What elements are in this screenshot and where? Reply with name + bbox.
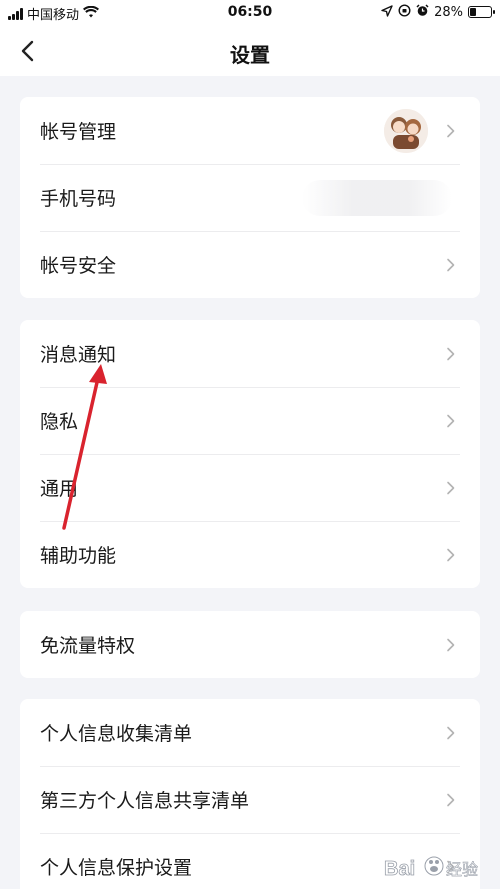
page-title: 设置 (230, 43, 270, 67)
chevron-right-icon (447, 347, 455, 360)
settings-item-accessibility[interactable]: 辅助功能 (20, 521, 480, 588)
status-bar: 中国移动 06:50 28% (0, 0, 500, 26)
settings-item-label: 免流量特权 (40, 635, 136, 657)
settings-item-label: 辅助功能 (40, 545, 117, 567)
chevron-right-icon (447, 793, 455, 806)
phone-number-blurred (302, 180, 452, 216)
battery-icon (468, 6, 495, 18)
baidu-jingyan-watermark: Bai 经验 (380, 849, 490, 885)
alarm-icon (416, 4, 429, 20)
chevron-right-icon (447, 124, 455, 137)
settings-item-label: 隐私 (40, 411, 79, 433)
settings-item-privacy[interactable]: 隐私 (20, 387, 480, 454)
settings-item-notifications[interactable]: 消息通知 (20, 320, 480, 387)
settings-group-general: 消息通知 隐私 通用 辅助功能 (20, 320, 480, 588)
orientation-lock-icon (398, 4, 411, 20)
svg-text:Bai: Bai (384, 858, 415, 880)
settings-item-label: 个人信息保护设置 (40, 857, 193, 879)
chevron-right-icon (447, 481, 455, 494)
settings-group-data: 免流量特权 (20, 611, 480, 678)
settings-item-account-management[interactable]: 帐号管理 (20, 97, 480, 164)
status-right: 28% (381, 4, 495, 20)
avatar (384, 108, 428, 153)
chevron-right-icon (447, 638, 455, 651)
settings-item-label: 消息通知 (40, 344, 117, 366)
settings-item-info-collection-list[interactable]: 个人信息收集清单 (20, 699, 480, 766)
settings-item-account-security[interactable]: 帐号安全 (20, 231, 480, 298)
location-icon (381, 4, 393, 20)
settings-item-free-data[interactable]: 免流量特权 (20, 611, 480, 678)
settings-item-label: 帐号管理 (40, 121, 117, 143)
chevron-right-icon (447, 258, 455, 271)
chevron-right-icon (447, 726, 455, 739)
settings-item-general[interactable]: 通用 (20, 454, 480, 521)
settings-item-label: 手机号码 (40, 188, 117, 210)
settings-item-phone-number[interactable]: 手机号码 (20, 164, 480, 231)
navigation-bar: 设置 (0, 26, 500, 76)
settings-item-label: 个人信息收集清单 (40, 723, 193, 745)
settings-item-label: 第三方个人信息共享清单 (40, 790, 250, 812)
watermark-text-suffix: 经验 (446, 860, 478, 879)
battery-percent: 28% (434, 4, 463, 20)
chevron-right-icon (447, 548, 455, 561)
chevron-right-icon (447, 414, 455, 427)
settings-item-label: 帐号安全 (40, 255, 117, 277)
settings-group-account: 帐号管理 手机号码 帐号安全 (20, 97, 480, 298)
settings-item-label: 通用 (40, 478, 79, 500)
settings-item-third-party-sharing-list[interactable]: 第三方个人信息共享清单 (20, 766, 480, 833)
